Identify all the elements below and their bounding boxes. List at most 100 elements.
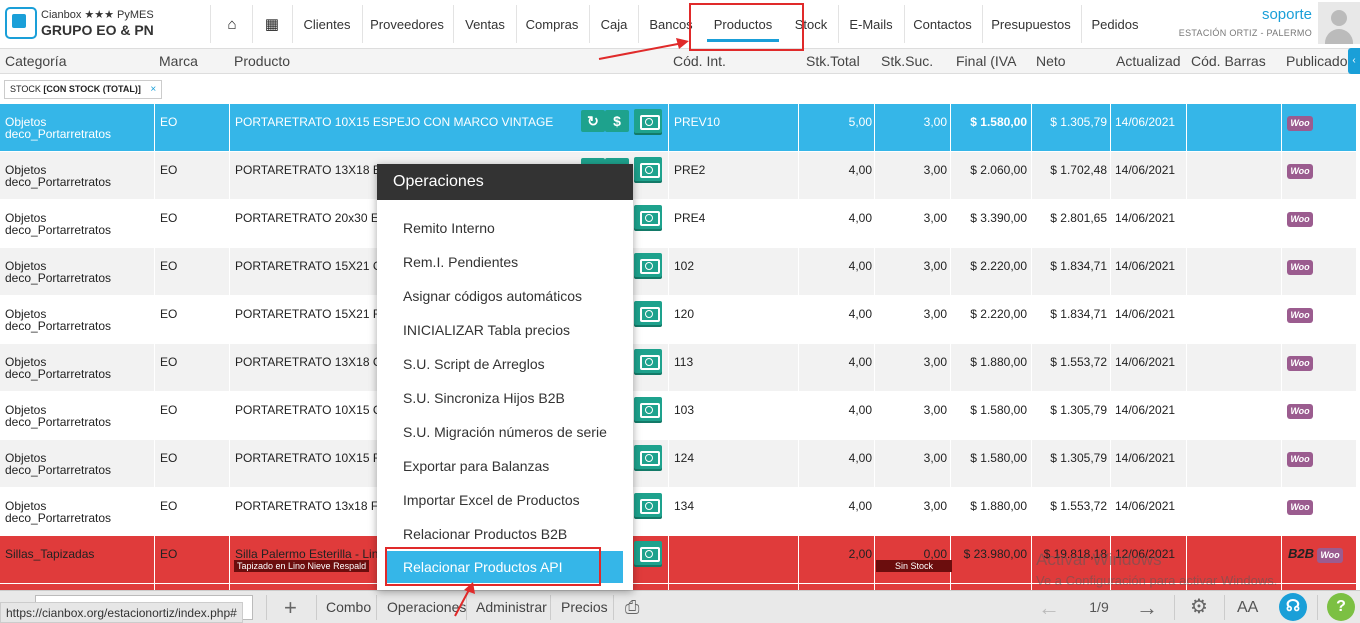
column-divider <box>1110 392 1111 440</box>
nav-item-proveedores[interactable]: Proveedores <box>368 0 446 49</box>
col-producto[interactable]: Producto <box>234 49 290 74</box>
col-actualizado[interactable]: Actualizad <box>1116 49 1181 74</box>
column-divider <box>1186 104 1187 152</box>
camera-icon[interactable] <box>634 253 662 277</box>
table-row[interactable]: Objetos deco_Portarretratos EO PORTARETRATO… <box>0 296 1356 344</box>
combo-button[interactable]: Combo <box>326 591 371 623</box>
user-info[interactable]: soporte ESTACIÓN ORTIZ - PALERMO <box>1179 6 1312 38</box>
column-divider <box>1110 344 1111 392</box>
cell-categoria-line2: deco_Portarretratos <box>5 463 112 477</box>
cell-categoria: Objetos deco_Portarretratos <box>5 200 153 248</box>
col-marca[interactable]: Marca <box>159 49 198 74</box>
col-cod-barras[interactable]: Cód. Barras <box>1191 49 1266 74</box>
gear-icon[interactable]: ⚙ <box>1190 591 1208 623</box>
print-icon[interactable]: ⎙ <box>625 591 639 623</box>
menu-item-sincroniza-b2b[interactable]: S.U. Sincroniza Hijos B2B <box>403 390 565 406</box>
cell-neto: $ 1.553,72 <box>1050 499 1107 513</box>
cell-stk-total: 4,00 <box>848 211 872 225</box>
table-row[interactable]: Objetos deco_Portarretratos EO PORTARETRATO… <box>0 440 1356 488</box>
help-button[interactable]: ? <box>1327 593 1355 621</box>
camera-icon[interactable] <box>634 157 662 181</box>
nav-item-contactos[interactable]: Contactos <box>910 0 975 49</box>
cell-cod: PRE4 <box>674 211 706 225</box>
column-divider <box>668 344 669 392</box>
brand-logo[interactable]: Cianbox ★★★ PyMES GRUPO EO & PN <box>5 5 210 43</box>
menu-item-remito-interno[interactable]: Remito Interno <box>403 220 495 236</box>
menu-item-asignar-codigos[interactable]: Asignar códigos automáticos <box>403 288 582 304</box>
camera-icon[interactable] <box>634 445 662 469</box>
cell-stk-suc: 3,00 <box>923 115 947 129</box>
menu-item-remi-pendientes[interactable]: Rem.I. Pendientes <box>403 254 518 270</box>
menu-item-inicializar-precios[interactable]: INICIALIZAR Tabla precios <box>403 322 570 338</box>
cell-marca: EO <box>160 499 178 513</box>
menu-item-script-arreglos[interactable]: S.U. Script de Arreglos <box>403 356 545 372</box>
font-size-button[interactable]: AA <box>1237 591 1258 623</box>
refresh-icon[interactable]: ↻ <box>581 110 605 132</box>
camera-icon[interactable] <box>634 301 662 325</box>
col-categoria[interactable]: Categoría <box>5 49 66 74</box>
table-row[interactable]: Objetos deco_Portarretratos EO PORTARETRATO… <box>0 392 1356 440</box>
menu-item-exportar-balanzas[interactable]: Exportar para Balanzas <box>403 458 549 474</box>
column-divider <box>668 488 669 536</box>
column-divider <box>1110 200 1111 248</box>
price-dollar-icon[interactable]: $ <box>605 110 629 132</box>
col-final-iva[interactable]: Final (IVA <box>956 49 1016 74</box>
collapse-panel-icon[interactable]: ‹ <box>1348 48 1360 74</box>
camera-icon[interactable] <box>634 349 662 373</box>
table-row[interactable]: Objetos deco_Portarretratos EO PORTARETRATO… <box>0 344 1356 392</box>
camera-icon[interactable] <box>634 493 662 517</box>
table-row[interactable]: Objetos deco_Portarretratos EO PORTARETRATO… <box>0 104 1356 152</box>
menu-item-relacionar-b2b[interactable]: Relacionar Productos B2B <box>403 526 567 542</box>
nav-item-emails[interactable]: E-Mails <box>845 0 897 49</box>
nav-item-pedidos[interactable]: Pedidos <box>1088 0 1142 49</box>
table-row[interactable]: Objetos deco_Portarretratos EO PORTARETRATO… <box>0 488 1356 536</box>
home-icon[interactable]: ⌂ <box>218 0 246 49</box>
table-row[interactable]: Objetos deco_Portarretratos EO PORTARETRATO… <box>0 152 1356 200</box>
watermark-line1: Activar Windows <box>1036 550 1162 569</box>
camera-icon[interactable] <box>634 109 662 133</box>
administrar-button[interactable]: Administrar <box>476 591 547 623</box>
woocommerce-icon: Woo <box>1287 116 1313 131</box>
col-publicado[interactable]: Publicado <box>1286 49 1348 74</box>
next-page-arrow-icon[interactable]: → <box>1136 591 1158 623</box>
avatar[interactable] <box>1318 2 1360 44</box>
cell-categoria: Objetos deco_Portarretratos <box>5 344 153 392</box>
prev-page-arrow-icon[interactable]: ← <box>1038 591 1060 623</box>
cell-marca: EO <box>160 211 178 225</box>
camera-icon[interactable] <box>634 205 662 229</box>
woocommerce-icon: Woo <box>1287 308 1313 323</box>
cell-categoria: Objetos deco_Portarretratos <box>5 152 153 200</box>
cell-cod: 103 <box>674 403 695 417</box>
cell-neto: $ 1.834,71 <box>1050 259 1107 273</box>
cell-neto: $ 1.553,72 <box>1050 355 1107 369</box>
camera-icon[interactable] <box>634 397 662 421</box>
col-stk-total[interactable]: Stk.Total <box>806 49 860 74</box>
nav-item-compras[interactable]: Compras <box>522 0 582 49</box>
nav-item-presupuestos[interactable]: Presupuestos <box>988 0 1074 49</box>
headset-support-icon[interactable]: ☊ <box>1279 593 1307 621</box>
column-divider <box>874 152 875 200</box>
column-divider <box>1281 296 1282 344</box>
filter-remove-icon[interactable]: × <box>150 84 156 95</box>
nav-divider <box>292 5 293 43</box>
col-stk-suc[interactable]: Stk.Suc. <box>881 49 933 74</box>
cell-cod: 113 <box>674 355 694 369</box>
menu-item-importar-excel[interactable]: Importar Excel de Productos <box>403 492 580 508</box>
cell-categoria: Objetos deco_Portarretratos <box>5 488 153 536</box>
column-divider <box>950 248 951 296</box>
filter-chip-label: STOCK <box>10 84 41 94</box>
precios-button[interactable]: Precios <box>561 591 608 623</box>
calendar-icon[interactable]: ▦ <box>260 0 284 49</box>
filter-chip-stock[interactable]: STOCK [CON STOCK (TOTAL)] × <box>4 80 163 99</box>
menu-item-migracion-serie[interactable]: S.U. Migración números de serie <box>403 424 607 440</box>
table-row[interactable]: Objetos deco_Portarretratos EO PORTARETRATO… <box>0 248 1356 296</box>
cell-final: $ 1.880,00 <box>970 499 1027 513</box>
nav-item-clientes[interactable]: Clientes <box>298 0 356 49</box>
nav-item-ventas[interactable]: Ventas <box>460 0 510 49</box>
add-button[interactable]: + <box>284 591 297 623</box>
col-neto[interactable]: Neto <box>1036 49 1066 74</box>
camera-icon[interactable] <box>634 541 662 565</box>
column-divider <box>874 392 875 440</box>
table-row[interactable]: Objetos deco_Portarretratos EO PORTARETRATO… <box>0 200 1356 248</box>
column-divider <box>1186 392 1187 440</box>
